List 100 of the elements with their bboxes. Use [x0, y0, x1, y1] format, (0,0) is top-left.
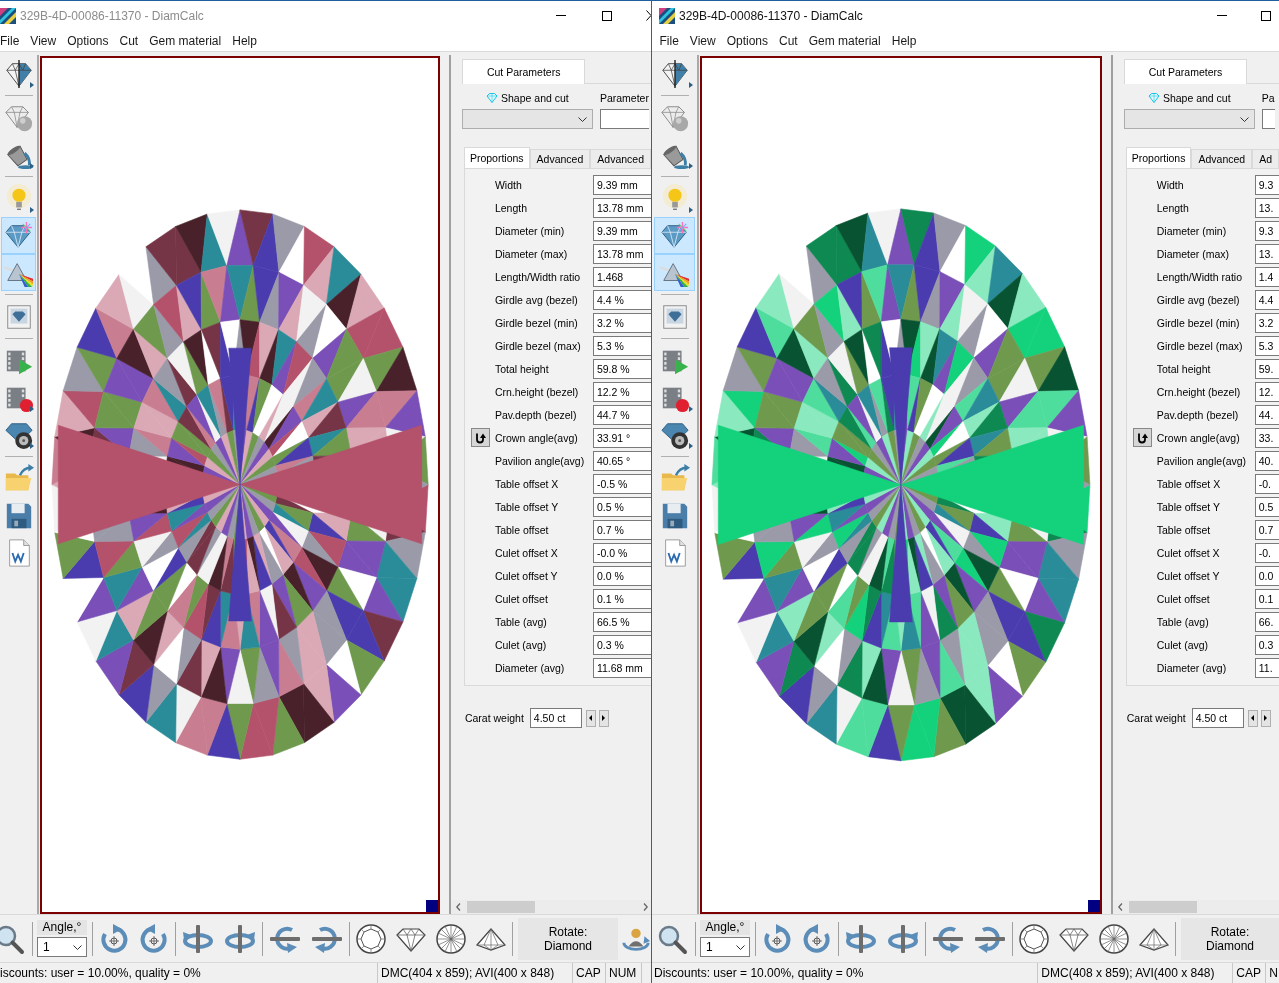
vertical-axis-spin-icon[interactable] [181, 922, 215, 955]
scrollbar-thumb[interactable] [1128, 901, 1197, 913]
proportions-tab[interactable]: Proportions [463, 147, 530, 168]
value-field[interactable]: 9.3 [1254, 220, 1279, 241]
value-field[interactable]: 66.5 % [592, 611, 651, 632]
menu-item[interactable]: View [24, 33, 62, 48]
proportions-tab[interactable]: Advanced [590, 149, 651, 168]
value-field[interactable]: -0. [1254, 473, 1279, 494]
close-icon[interactable] [646, 10, 651, 21]
menu-item[interactable]: Gem material [803, 33, 887, 48]
chevron-left-icon[interactable] [455, 903, 461, 911]
angle-combo[interactable]: 1 [37, 937, 87, 957]
value-field[interactable]: 11.68 mm [592, 657, 651, 678]
round-diamond-top-icon[interactable] [355, 922, 387, 955]
increase-button[interactable] [1260, 709, 1271, 727]
round-diamond-top-icon[interactable] [1018, 922, 1050, 955]
value-field[interactable]: 13.78 mm [592, 243, 651, 264]
parameter-field[interactable] [599, 109, 649, 129]
carat-weight-field[interactable]: 4.50 ct [529, 708, 582, 728]
value-field[interactable]: 9.3 [1254, 174, 1279, 195]
value-field[interactable]: 66. [1254, 611, 1279, 632]
value-field[interactable]: 3.2 [1254, 312, 1279, 333]
menu-item[interactable]: Help [226, 33, 263, 48]
maximize-icon[interactable] [1261, 10, 1271, 21]
toggle-button[interactable] [470, 428, 490, 447]
value-field[interactable]: 4.4 % [592, 289, 651, 310]
value-field[interactable]: 13. [1254, 243, 1279, 264]
value-field[interactable]: 11. [1254, 657, 1279, 678]
menu-item[interactable]: Gem material [143, 33, 227, 48]
parameter-field[interactable] [1261, 109, 1275, 129]
value-field[interactable]: 9.39 mm [592, 220, 651, 241]
scrollbar-thumb[interactable] [466, 901, 535, 913]
maximize-icon[interactable] [602, 10, 612, 21]
proportions-tab[interactable]: Advanced [1191, 149, 1253, 168]
menu-item[interactable]: File [654, 33, 685, 48]
angle-combo[interactable]: 1 [700, 937, 750, 957]
value-field[interactable]: 44.7 % [592, 404, 651, 425]
horizontal-scrollbar[interactable] [450, 900, 651, 914]
value-field[interactable]: 12. [1254, 381, 1279, 402]
value-field[interactable]: 0.3 % [592, 634, 651, 655]
value-field[interactable]: -0.5 % [592, 473, 651, 494]
value-field[interactable]: 33.91 ° [592, 427, 651, 448]
proportions-tab[interactable]: Proportions [1125, 147, 1192, 168]
proportions-tab[interactable]: Advanced [529, 149, 591, 168]
rotate-mode-button[interactable]: Rotate: Diamond [518, 917, 618, 960]
panel-tab[interactable]: Cut Parameters [461, 59, 586, 84]
round-diamond-bottom-icon[interactable] [1098, 922, 1130, 955]
rotate-clockwise-icon[interactable] [98, 922, 130, 955]
vertical-axis-spin-icon[interactable] [223, 922, 257, 955]
value-field[interactable]: 0.1 % [592, 588, 651, 609]
menu-item[interactable]: View [684, 33, 722, 48]
value-field[interactable]: 5.3 % [592, 335, 651, 356]
panel-tab[interactable]: Cut Parameters [1123, 59, 1248, 84]
value-field[interactable]: 40.65 ° [592, 450, 651, 471]
value-field[interactable]: 4.4 [1254, 289, 1279, 310]
rotate-counterclockwise-icon[interactable] [801, 922, 833, 955]
proportions-tab[interactable]: Ad [1252, 149, 1279, 168]
rotate-mode-button[interactable]: Rotate: Diamond [1181, 917, 1279, 960]
value-field[interactable]: 0.5 % [592, 496, 651, 517]
value-field[interactable]: 0.1 [1254, 588, 1279, 609]
menu-item[interactable]: Cut [114, 33, 144, 48]
round-diamond-bottom-icon[interactable] [435, 922, 467, 955]
menu-item[interactable]: Options [61, 33, 114, 48]
value-field[interactable]: 3.2 % [592, 312, 651, 333]
menu-item[interactable]: Cut [773, 33, 804, 48]
vertical-axis-spin-icon[interactable] [886, 922, 920, 955]
value-field[interactable]: 33. [1254, 427, 1279, 448]
value-field[interactable]: -0.0 % [592, 542, 651, 563]
value-field[interactable]: 0.3 [1254, 634, 1279, 655]
chevron-left-icon[interactable] [1117, 903, 1123, 911]
value-field[interactable]: 13. [1254, 197, 1279, 218]
horizontal-scrollbar[interactable] [1112, 900, 1279, 914]
chevron-right-icon[interactable] [643, 903, 648, 911]
value-field[interactable]: 1.468 [592, 266, 651, 287]
value-field[interactable]: 1.4 [1254, 266, 1279, 287]
rotate-counterclockwise-icon[interactable] [138, 922, 170, 955]
toggle-button[interactable] [1132, 428, 1152, 447]
value-field[interactable]: 40. [1254, 450, 1279, 471]
menu-item[interactable]: File [0, 33, 25, 48]
decrease-button[interactable] [585, 709, 596, 727]
value-field[interactable]: 13.78 mm [592, 197, 651, 218]
value-field[interactable]: 44. [1254, 404, 1279, 425]
value-field[interactable]: 12.2 % [592, 381, 651, 402]
value-field[interactable]: 59. [1254, 358, 1279, 379]
value-field[interactable]: -0. [1254, 542, 1279, 563]
value-field[interactable]: 0.7 % [592, 519, 651, 540]
menu-item[interactable]: Options [721, 33, 774, 48]
value-field[interactable]: 0.0 [1254, 565, 1279, 586]
increase-button[interactable] [598, 709, 609, 727]
value-field[interactable]: 0.5 [1254, 496, 1279, 517]
carat-weight-field[interactable]: 4.50 ct [1191, 708, 1244, 728]
vertical-axis-spin-icon[interactable] [844, 922, 878, 955]
value-field[interactable]: 59.8 % [592, 358, 651, 379]
value-field[interactable]: 0.0 % [592, 565, 651, 586]
menu-item[interactable]: Help [886, 33, 922, 48]
value-field[interactable]: 5.3 [1254, 335, 1279, 356]
value-field[interactable]: 0.7 [1254, 519, 1279, 540]
rotate-clockwise-icon[interactable] [761, 922, 793, 955]
decrease-button[interactable] [1247, 709, 1258, 727]
value-field[interactable]: 9.39 mm [592, 174, 651, 195]
